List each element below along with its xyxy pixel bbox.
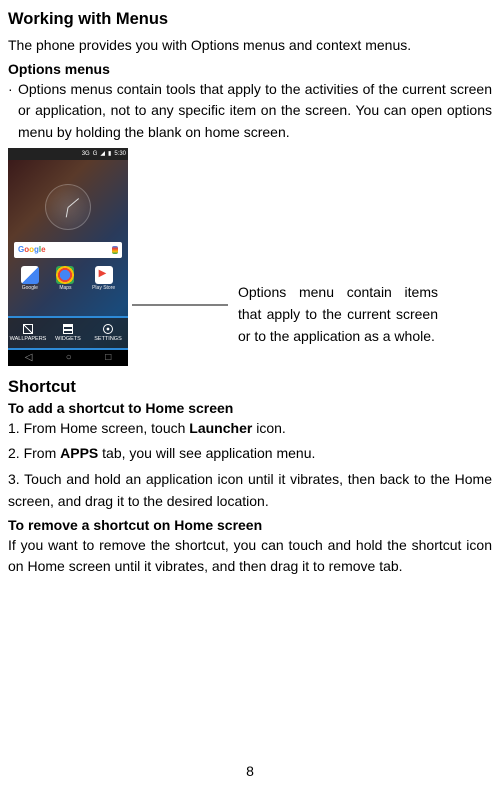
shortcut-heading: Shortcut <box>8 378 492 397</box>
status-battery-icon: ▮ <box>108 150 111 157</box>
add-shortcut-heading: To add a shortcut to Home screen <box>8 400 492 416</box>
app-playstore[interactable]: Play Store <box>92 266 115 291</box>
app-playstore-label: Play Store <box>92 285 115 291</box>
wallpapers-icon <box>23 324 33 334</box>
intro-paragraph: The phone provides you with Options menu… <box>8 35 492 57</box>
option-settings[interactable]: SETTINGS <box>88 318 128 348</box>
step1-c: icon. <box>252 420 285 436</box>
nav-bar: ◁ ○ □ <box>8 350 128 366</box>
page-number: 8 <box>0 763 500 779</box>
option-widgets-label: WIDGETS <box>55 336 81 342</box>
callout-connector-line <box>132 304 228 306</box>
bullet-mark: · <box>8 79 18 144</box>
page-title: Working with Menus <box>8 10 492 29</box>
app-maps[interactable]: Maps <box>56 266 74 291</box>
status-time: 5:30 <box>114 151 126 157</box>
app-row: Google Maps Play Store <box>8 266 128 291</box>
options-bullet-row: · Options menus contain tools that apply… <box>8 79 492 144</box>
app-maps-label: Maps <box>59 285 71 291</box>
wallpaper: Google Google Maps Play Store <box>8 160 128 366</box>
option-wallpapers[interactable]: WALLPAPERS <box>8 318 48 348</box>
step-1: 1. From Home screen, touch Launcher icon… <box>8 418 492 440</box>
step-2: 2. From APPS tab, you will see applicati… <box>8 443 492 465</box>
step1-a: 1. From Home screen, touch <box>8 420 189 436</box>
status-net: 3G <box>82 151 90 157</box>
step-3: 3. Touch and hold an application icon un… <box>8 469 492 512</box>
options-menus-heading: Options menus <box>8 61 492 77</box>
google-search-bar[interactable]: Google <box>14 242 122 258</box>
options-bar: WALLPAPERS WIDGETS SETTINGS <box>8 318 128 348</box>
clock-widget <box>45 184 91 230</box>
nav-back-icon[interactable]: ◁ <box>25 352 33 363</box>
step1-launcher: Launcher <box>189 420 252 436</box>
remove-shortcut-body: If you want to remove the shortcut, you … <box>8 535 492 578</box>
step2-a: 2. From <box>8 445 60 461</box>
phone-screenshot: 3G G ◢ ▮ 5:30 Google Google Maps <box>8 148 128 366</box>
callout-text: Options menu contain items that apply to… <box>238 281 438 348</box>
remove-shortcut-heading: To remove a shortcut on Home screen <box>8 517 492 533</box>
options-bullet-text: Options menus contain tools that apply t… <box>18 79 492 144</box>
option-wallpapers-label: WALLPAPERS <box>10 336 47 342</box>
settings-icon <box>103 324 113 334</box>
figure-row: 3G G ◢ ▮ 5:30 Google Google Maps <box>8 148 492 366</box>
status-net2: G <box>93 151 98 157</box>
step2-apps: APPS <box>60 445 98 461</box>
option-widgets[interactable]: WIDGETS <box>48 318 88 348</box>
google-logo: Google <box>18 245 46 254</box>
app-google-label: Google <box>22 285 38 291</box>
app-google-icon <box>21 266 39 284</box>
option-settings-label: SETTINGS <box>94 336 122 342</box>
app-maps-icon <box>56 266 74 284</box>
nav-recent-icon[interactable]: □ <box>105 352 111 363</box>
nav-home-icon[interactable]: ○ <box>66 352 72 363</box>
widgets-icon <box>63 324 73 334</box>
step2-c: tab, you will see application menu. <box>98 445 315 461</box>
status-bar: 3G G ◢ ▮ 5:30 <box>8 148 128 160</box>
mic-icon[interactable] <box>112 246 118 254</box>
app-playstore-icon <box>95 266 113 284</box>
status-signal-icon: ◢ <box>100 150 105 157</box>
app-google[interactable]: Google <box>21 266 39 291</box>
